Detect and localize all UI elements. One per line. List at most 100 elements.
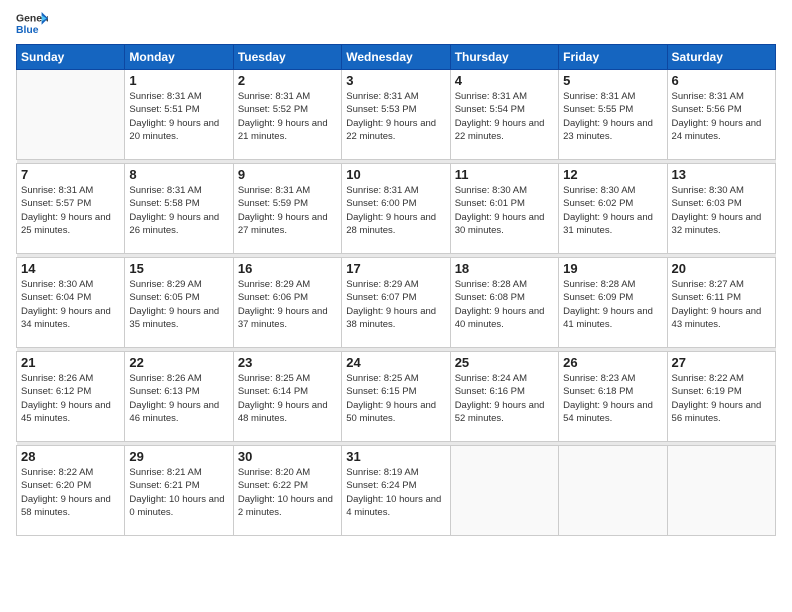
day-info: Sunrise: 8:31 AMSunset: 5:55 PMDaylight:… xyxy=(563,90,662,143)
weekday-tuesday: Tuesday xyxy=(233,45,341,70)
day-info: Sunrise: 8:25 AMSunset: 6:15 PMDaylight:… xyxy=(346,372,445,425)
day-number: 11 xyxy=(455,167,554,182)
day-number: 20 xyxy=(672,261,771,276)
day-info: Sunrise: 8:23 AMSunset: 6:18 PMDaylight:… xyxy=(563,372,662,425)
logo-icon: General Blue xyxy=(16,10,48,38)
day-info: Sunrise: 8:19 AMSunset: 6:24 PMDaylight:… xyxy=(346,466,445,519)
day-number: 27 xyxy=(672,355,771,370)
day-cell: 3Sunrise: 8:31 AMSunset: 5:53 PMDaylight… xyxy=(342,70,450,160)
day-cell: 27 Sunrise: 8:22 AMSunset: 6:19 PMDayligh… xyxy=(667,352,775,442)
day-cell: 28 Sunrise: 8:22 AMSunset: 6:20 PMDayligh… xyxy=(17,446,125,536)
day-cell: 17 Sunrise: 8:29 AMSunset: 6:07 PMDayligh… xyxy=(342,258,450,348)
day-number: 7 xyxy=(21,167,120,182)
day-number: 28 xyxy=(21,449,120,464)
day-cell: 7 Sunrise: 8:31 AMSunset: 5:57 PMDaylight… xyxy=(17,164,125,254)
day-info: Sunrise: 8:30 AMSunset: 6:03 PMDaylight:… xyxy=(672,184,771,237)
weekday-wednesday: Wednesday xyxy=(342,45,450,70)
day-number: 24 xyxy=(346,355,445,370)
day-cell: 18 Sunrise: 8:28 AMSunset: 6:08 PMDayligh… xyxy=(450,258,558,348)
weekday-header-row: SundayMondayTuesdayWednesdayThursdayFrid… xyxy=(17,45,776,70)
day-info: Sunrise: 8:31 AMSunset: 6:00 PMDaylight:… xyxy=(346,184,445,237)
day-cell: 19Sunrise: 8:28 AMSunset: 6:09 PMDayligh… xyxy=(559,258,667,348)
day-info: Sunrise: 8:21 AMSunset: 6:21 PMDaylight:… xyxy=(129,466,228,519)
day-cell: 21 Sunrise: 8:26 AMSunset: 6:12 PMDayligh… xyxy=(17,352,125,442)
day-info: Sunrise: 8:22 AMSunset: 6:20 PMDaylight:… xyxy=(21,466,120,519)
day-number: 4 xyxy=(455,73,554,88)
day-info: Sunrise: 8:29 AMSunset: 6:05 PMDaylight:… xyxy=(129,278,228,331)
day-cell: 9 Sunrise: 8:31 AMSunset: 5:59 PMDaylight… xyxy=(233,164,341,254)
day-number: 21 xyxy=(21,355,120,370)
day-number: 22 xyxy=(129,355,228,370)
calendar-header: SundayMondayTuesdayWednesdayThursdayFrid… xyxy=(17,45,776,70)
day-cell: 24 Sunrise: 8:25 AMSunset: 6:15 PMDayligh… xyxy=(342,352,450,442)
day-cell: 2 Sunrise: 8:31 AMSunset: 5:52 PMDaylight… xyxy=(233,70,341,160)
day-info: Sunrise: 8:31 AMSunset: 5:59 PMDaylight:… xyxy=(238,184,337,237)
day-cell: 14 Sunrise: 8:30 AMSunset: 6:04 PMDayligh… xyxy=(17,258,125,348)
day-number: 12 xyxy=(563,167,662,182)
day-number: 2 xyxy=(238,73,337,88)
day-cell xyxy=(667,446,775,536)
day-number: 13 xyxy=(672,167,771,182)
day-number: 25 xyxy=(455,355,554,370)
day-cell: 6 Sunrise: 8:31 AMSunset: 5:56 PMDaylight… xyxy=(667,70,775,160)
day-number: 19 xyxy=(563,261,662,276)
week-row-3: 14 Sunrise: 8:30 AMSunset: 6:04 PMDayligh… xyxy=(17,258,776,348)
day-cell: 12Sunrise: 8:30 AMSunset: 6:02 PMDayligh… xyxy=(559,164,667,254)
day-cell: 26 Sunrise: 8:23 AMSunset: 6:18 PMDayligh… xyxy=(559,352,667,442)
day-number: 1 xyxy=(129,73,228,88)
day-cell: 22Sunrise: 8:26 AMSunset: 6:13 PMDayligh… xyxy=(125,352,233,442)
day-info: Sunrise: 8:31 AMSunset: 5:57 PMDaylight:… xyxy=(21,184,120,237)
day-info: Sunrise: 8:31 AMSunset: 5:52 PMDaylight:… xyxy=(238,90,337,143)
day-info: Sunrise: 8:27 AMSunset: 6:11 PMDaylight:… xyxy=(672,278,771,331)
weekday-thursday: Thursday xyxy=(450,45,558,70)
day-info: Sunrise: 8:29 AMSunset: 6:06 PMDaylight:… xyxy=(238,278,337,331)
calendar-body: 1Sunrise: 8:31 AMSunset: 5:51 PMDaylight… xyxy=(17,70,776,536)
day-cell: 25 Sunrise: 8:24 AMSunset: 6:16 PMDayligh… xyxy=(450,352,558,442)
day-number: 6 xyxy=(672,73,771,88)
day-cell: 20 Sunrise: 8:27 AMSunset: 6:11 PMDayligh… xyxy=(667,258,775,348)
day-info: Sunrise: 8:20 AMSunset: 6:22 PMDaylight:… xyxy=(238,466,337,519)
day-cell: 10Sunrise: 8:31 AMSunset: 6:00 PMDayligh… xyxy=(342,164,450,254)
weekday-saturday: Saturday xyxy=(667,45,775,70)
day-cell xyxy=(17,70,125,160)
day-cell: 1Sunrise: 8:31 AMSunset: 5:51 PMDaylight… xyxy=(125,70,233,160)
day-number: 15 xyxy=(129,261,228,276)
week-row-2: 7 Sunrise: 8:31 AMSunset: 5:57 PMDaylight… xyxy=(17,164,776,254)
day-number: 8 xyxy=(129,167,228,182)
day-info: Sunrise: 8:31 AMSunset: 5:54 PMDaylight:… xyxy=(455,90,554,143)
day-number: 31 xyxy=(346,449,445,464)
day-cell: 4 Sunrise: 8:31 AMSunset: 5:54 PMDaylight… xyxy=(450,70,558,160)
day-info: Sunrise: 8:30 AMSunset: 6:04 PMDaylight:… xyxy=(21,278,120,331)
day-number: 26 xyxy=(563,355,662,370)
day-cell xyxy=(559,446,667,536)
day-info: Sunrise: 8:24 AMSunset: 6:16 PMDaylight:… xyxy=(455,372,554,425)
day-info: Sunrise: 8:31 AMSunset: 5:56 PMDaylight:… xyxy=(672,90,771,143)
day-info: Sunrise: 8:26 AMSunset: 6:12 PMDaylight:… xyxy=(21,372,120,425)
page: General Blue SundayMondayTuesdayWednesda… xyxy=(0,0,792,612)
day-info: Sunrise: 8:29 AMSunset: 6:07 PMDaylight:… xyxy=(346,278,445,331)
day-number: 30 xyxy=(238,449,337,464)
day-number: 18 xyxy=(455,261,554,276)
day-info: Sunrise: 8:25 AMSunset: 6:14 PMDaylight:… xyxy=(238,372,337,425)
day-cell xyxy=(450,446,558,536)
logo: General Blue xyxy=(16,10,48,38)
day-number: 14 xyxy=(21,261,120,276)
day-cell: 29 Sunrise: 8:21 AMSunset: 6:21 PMDayligh… xyxy=(125,446,233,536)
day-info: Sunrise: 8:28 AMSunset: 6:08 PMDaylight:… xyxy=(455,278,554,331)
day-cell: 5Sunrise: 8:31 AMSunset: 5:55 PMDaylight… xyxy=(559,70,667,160)
day-number: 29 xyxy=(129,449,228,464)
day-info: Sunrise: 8:22 AMSunset: 6:19 PMDaylight:… xyxy=(672,372,771,425)
weekday-sunday: Sunday xyxy=(17,45,125,70)
day-number: 3 xyxy=(346,73,445,88)
day-cell: 30 Sunrise: 8:20 AMSunset: 6:22 PMDayligh… xyxy=(233,446,341,536)
day-info: Sunrise: 8:30 AMSunset: 6:01 PMDaylight:… xyxy=(455,184,554,237)
day-cell: 15 Sunrise: 8:29 AMSunset: 6:05 PMDayligh… xyxy=(125,258,233,348)
day-cell: 13 Sunrise: 8:30 AMSunset: 6:03 PMDayligh… xyxy=(667,164,775,254)
header: General Blue xyxy=(16,10,776,38)
day-cell: 16Sunrise: 8:29 AMSunset: 6:06 PMDayligh… xyxy=(233,258,341,348)
day-cell: 8 Sunrise: 8:31 AMSunset: 5:58 PMDaylight… xyxy=(125,164,233,254)
day-number: 17 xyxy=(346,261,445,276)
day-number: 9 xyxy=(238,167,337,182)
day-info: Sunrise: 8:31 AMSunset: 5:58 PMDaylight:… xyxy=(129,184,228,237)
day-cell: 23Sunrise: 8:25 AMSunset: 6:14 PMDayligh… xyxy=(233,352,341,442)
